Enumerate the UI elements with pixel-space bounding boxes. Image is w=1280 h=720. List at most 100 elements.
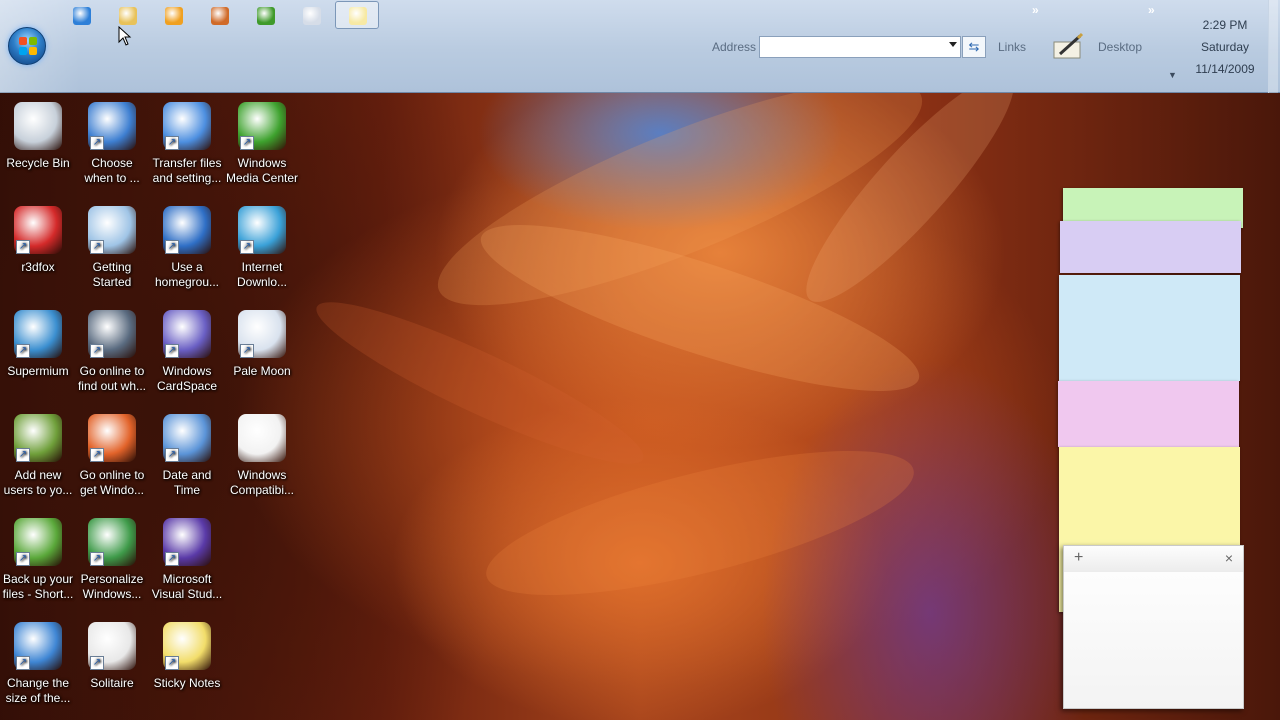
desktop-icon[interactable]: ↗ Personalize Windows...: [74, 518, 150, 602]
display-size-icon: ↗: [14, 622, 62, 670]
date-time-icon: ↗: [163, 414, 211, 462]
clock-day: Saturday: [1200, 40, 1250, 54]
start-button[interactable]: [8, 27, 46, 65]
firefox-icon[interactable]: [211, 7, 229, 25]
getting-started-icon: ↗: [88, 206, 136, 254]
desktop-icon-label: Sticky Notes: [153, 676, 221, 690]
dropdown-arrow-icon[interactable]: [949, 42, 957, 47]
desktop-icon[interactable]: ↗ Transfer files and setting...: [149, 102, 225, 186]
desktop-icon[interactable]: ↗ Go online to find out wh...: [74, 310, 150, 394]
supermium-icon: ↗: [14, 310, 62, 358]
desktop-icon[interactable]: ↗ Go online to get Windo...: [74, 414, 150, 498]
media-center-icon: ↗: [238, 102, 286, 150]
address-input[interactable]: [759, 36, 961, 58]
shortcut-arrow-icon: ↗: [90, 656, 104, 670]
go-button[interactable]: ⇆: [962, 36, 986, 58]
new-note-button[interactable]: +: [1074, 549, 1083, 567]
desktop-icon[interactable]: Recycle Bin: [0, 102, 76, 171]
desktop-icon[interactable]: Windows Compatibi...: [224, 414, 300, 498]
desktop-icon-label: Windows CardSpace: [156, 364, 218, 393]
whats-new-icon: ↗: [88, 310, 136, 358]
sticky-note-titlebar[interactable]: + ×: [1064, 546, 1243, 572]
toolbar-scrollbar[interactable]: [1268, 0, 1278, 93]
sticky-note-stacked[interactable]: [1058, 381, 1239, 447]
desktop-icon[interactable]: ↗ r3dfox: [0, 206, 76, 275]
desktop-icon-label: Solitaire: [90, 676, 134, 690]
desktop-icon-label: Microsoft Visual Stud...: [151, 572, 223, 601]
desktop-icon-label: Supermium: [7, 364, 69, 378]
desktop-icon[interactable]: ↗ Add new users to yo...: [0, 414, 76, 498]
shortcut-arrow-icon: ↗: [165, 344, 179, 358]
desktop-icon[interactable]: ↗ Choose when to ...: [74, 102, 150, 186]
desktop-icon-label: Windows Media Center: [225, 156, 299, 185]
windows-explorer-icon[interactable]: [119, 7, 137, 25]
sticky-note-stacked[interactable]: [1060, 221, 1241, 273]
internet-explorer-icon[interactable]: [73, 7, 91, 25]
links-chevron-icon[interactable]: »: [1032, 3, 1039, 17]
desktop-icon[interactable]: ↗ Windows CardSpace: [149, 310, 225, 394]
media-center-icon[interactable]: [257, 7, 275, 25]
shortcut-arrow-icon: ↗: [165, 448, 179, 462]
recycle-bin-icon: [14, 102, 62, 150]
desktop-icon[interactable]: ↗ Solitaire: [74, 622, 150, 691]
shortcut-arrow-icon: ↗: [240, 344, 254, 358]
desktop-icon-label: Transfer files and setting...: [152, 156, 222, 185]
desktop-icon[interactable]: ↗ Back up your files - Short...: [0, 518, 76, 602]
shortcut-arrow-icon: ↗: [90, 136, 104, 150]
desktop-icon[interactable]: ↗ Pale Moon: [224, 310, 300, 379]
desktop-toolbar-label[interactable]: Desktop: [1098, 40, 1142, 54]
shortcut-arrow-icon: ↗: [240, 240, 254, 254]
shortcut-arrow-icon: ↗: [16, 448, 30, 462]
desktop-icon-label: Go online to find out wh...: [77, 364, 147, 393]
shortcut-arrow-icon: ↗: [240, 136, 254, 150]
desktop-icon[interactable]: ↗ Microsoft Visual Stud...: [149, 518, 225, 602]
windows-flag-icon: [19, 37, 37, 55]
sticky-note-stacked[interactable]: [1059, 275, 1240, 381]
desktop-toolbar-icon: [1053, 32, 1084, 59]
delete-note-button[interactable]: ×: [1225, 550, 1233, 566]
clock-date: 11/14/2009: [1195, 62, 1255, 76]
windows-logo-icon: ↗: [88, 414, 136, 462]
links-toolbar-label[interactable]: Links: [998, 40, 1026, 54]
desktop-icon[interactable]: ↗ Internet Downlo...: [224, 206, 300, 290]
desktop-icon[interactable]: ↗ Change the size of the...: [0, 622, 76, 706]
sticky-note-text[interactable]: [1064, 572, 1243, 584]
toolbar-down-arrow-icon[interactable]: ▼: [1168, 70, 1177, 80]
internet-download-icon: ↗: [238, 206, 286, 254]
desktop-icon[interactable]: ↗ Windows Media Center: [224, 102, 300, 186]
desktop-icon[interactable]: ↗ Use a homegrou...: [149, 206, 225, 290]
solitaire-icon: ↗: [88, 622, 136, 670]
desktop-icon-label: Pale Moon: [233, 364, 291, 378]
desktop-icon-label: r3dfox: [21, 260, 55, 274]
shortcut-arrow-icon: ↗: [165, 240, 179, 254]
shortcut-arrow-icon: ↗: [16, 656, 30, 670]
desktop-icon-label: Personalize Windows...: [80, 572, 144, 601]
pale-moon-icon[interactable]: [303, 7, 321, 25]
desktop-icon-label: Use a homegrou...: [154, 260, 220, 289]
document-icon: [238, 414, 286, 462]
desktop-icon-label: Back up your files - Short...: [2, 572, 74, 601]
sticky-note[interactable]: + ×: [1063, 545, 1244, 709]
active-task-button[interactable]: [335, 1, 379, 29]
r3dfox-icon: ↗: [14, 206, 62, 254]
address-label: Address: [712, 40, 757, 54]
shortcut-arrow-icon: ↗: [16, 552, 30, 566]
media-player-icon[interactable]: [165, 7, 183, 25]
clock[interactable]: 2:29 PM Saturday 11/14/2009: [1188, 14, 1262, 80]
clock-time: 2:29 PM: [1202, 18, 1248, 32]
shortcut-arrow-icon: ↗: [16, 240, 30, 254]
desktop-icon[interactable]: ↗ Supermium: [0, 310, 76, 379]
shortcut-arrow-icon: ↗: [165, 656, 179, 670]
desktop-icon-label: Change the size of the...: [5, 676, 71, 705]
desktop-chevron-icon[interactable]: »: [1148, 3, 1155, 17]
personalize-icon: ↗: [88, 518, 136, 566]
backup-icon: ↗: [14, 518, 62, 566]
homegroup-icon: ↗: [163, 206, 211, 254]
add-users-icon: ↗: [14, 414, 62, 462]
desktop-icon[interactable]: ↗ Getting Started: [74, 206, 150, 290]
desktop-icon[interactable]: ↗ Sticky Notes: [149, 622, 225, 691]
desktop-icon-label: Date and Time: [162, 468, 212, 497]
desktop-icon[interactable]: ↗ Date and Time: [149, 414, 225, 498]
shortcut-arrow-icon: ↗: [165, 136, 179, 150]
shortcut-arrow-icon: ↗: [90, 552, 104, 566]
